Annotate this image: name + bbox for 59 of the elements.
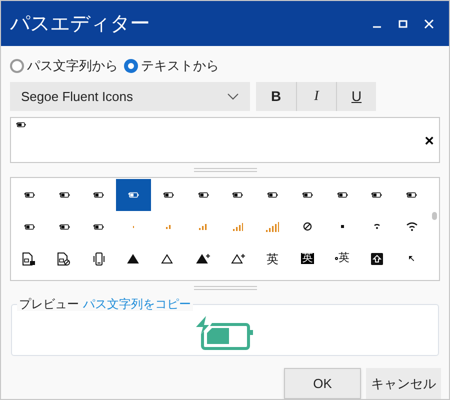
glyph-cell[interactable]: 英: [255, 242, 290, 275]
scrollbar-thumb[interactable]: [432, 212, 436, 220]
sim-card-blocked-icon: [57, 252, 72, 266]
ime-glyph: 英: [334, 253, 350, 264]
battery-icon: [58, 224, 70, 230]
dialog-button[interactable]: キャンセル: [366, 368, 441, 399]
signal-bars-icon: [232, 222, 244, 231]
wifi-icon: [406, 222, 418, 232]
ime-glyph: 英: [266, 252, 279, 265]
ime-glyph: 英: [300, 253, 314, 264]
maximize-icon[interactable]: [398, 18, 408, 28]
glyph-cell[interactable]: 英: [290, 242, 325, 275]
chevron-down-icon: [227, 93, 239, 100]
battery-icon: [232, 192, 244, 198]
battery-icon: [24, 224, 35, 230]
battery-icon: [93, 224, 104, 230]
sim-card-lock-icon: [22, 252, 36, 266]
text-style-button[interactable]: U: [336, 82, 376, 111]
glyph-cell[interactable]: 英: [324, 242, 360, 275]
text-style-button[interactable]: B: [256, 82, 296, 111]
text-style-button[interactable]: I: [296, 82, 336, 111]
blocked-icon: [302, 222, 312, 232]
triangle-plus-icon: [230, 253, 245, 264]
wifi-icon: [374, 224, 380, 230]
dialog-button[interactable]: OK: [284, 368, 361, 399]
clear-button[interactable]: ×: [424, 134, 434, 150]
battery-icon: [198, 192, 209, 198]
preview-label: プレビュー: [19, 297, 79, 311]
radio-button[interactable]: テキストから: [124, 56, 219, 76]
phone-vibrate-icon: [92, 252, 106, 266]
battery-icon: [406, 192, 418, 198]
battery-icon: [93, 192, 104, 198]
font-dropdown[interactable]: Segoe Fluent Icons: [10, 82, 250, 111]
signal-bars-icon: [199, 224, 207, 230]
battery-icon: [24, 192, 35, 198]
triangle-icon: [126, 253, 141, 264]
close-icon[interactable]: [424, 18, 434, 28]
battery-icon: [336, 192, 348, 198]
text-input[interactable]: ×: [10, 117, 440, 163]
signal-bars-icon: [266, 222, 280, 232]
triangle-icon: [161, 253, 176, 264]
arrow-icon: [409, 256, 414, 262]
signal-bars-icon: [166, 224, 171, 229]
battery-icon: [371, 192, 382, 198]
battery-icon: [162, 192, 174, 198]
shift-key-icon: [370, 252, 383, 265]
radio-label: パス文字列から: [27, 57, 118, 76]
battery-icon: [267, 192, 278, 198]
glyph-cell[interactable]: [116, 178, 151, 211]
window-title: パスエディター: [10, 12, 151, 36]
battery-charging-icon: [196, 316, 254, 350]
battery-icon: [16, 122, 26, 128]
battery-icon: [128, 192, 140, 198]
battery-icon: [58, 192, 70, 198]
triangle-plus-icon: [196, 253, 210, 264]
radio-label: テキストから: [141, 57, 219, 76]
radio-button[interactable]: パス文字列から: [10, 56, 118, 76]
copy-path-link[interactable]: パス文字列をコピー: [83, 297, 191, 311]
battery-icon: [302, 192, 313, 198]
